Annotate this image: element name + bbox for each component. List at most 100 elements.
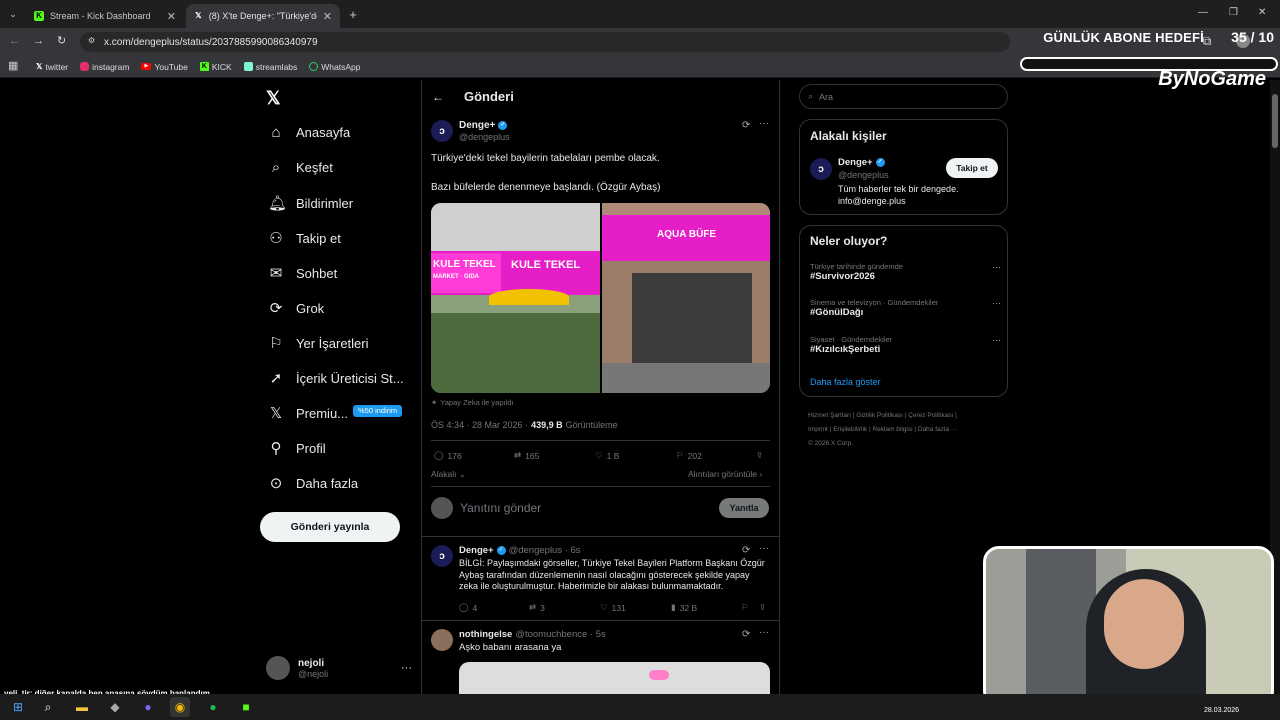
close-window-icon[interactable]: ✕ <box>1258 8 1266 18</box>
close-tab-icon[interactable]: ✕ <box>323 10 332 23</box>
related-handle[interactable]: @dengeplus <box>838 170 889 180</box>
related-sort[interactable]: Alakalı ⌄ <box>431 469 466 480</box>
back-icon[interactable]: ← <box>9 36 20 47</box>
footer-link[interactable]: Hizmet Şartları <box>808 412 851 419</box>
footer-link[interactable]: Çerez Politikası <box>908 412 953 419</box>
follow-button[interactable]: Takip et <box>946 158 998 178</box>
trend-item[interactable]: Sinema ve televizyon · Gündemdekiler #Gö… <box>810 298 1005 318</box>
author-avatar[interactable]: ↄ <box>431 545 453 567</box>
tab-list-icon[interactable]: ⌄ <box>6 7 20 21</box>
nav-item-anasayfa[interactable]: ⌂ Anasayfa <box>268 124 350 141</box>
post-button[interactable]: Gönderi yayınla <box>260 512 400 542</box>
reply-input[interactable]: Yanıtını gönder <box>460 501 541 515</box>
nav-item-i-çerik-üreticisi-st[interactable]: ➚ İçerik Üreticisi St... <box>268 369 404 387</box>
more-dots-icon[interactable]: ··· <box>759 543 769 554</box>
trend-item[interactable]: Türkiye tarihinde gündemde #Survivor2026… <box>810 262 1005 282</box>
streamlabs-icon <box>243 62 253 71</box>
more-dots-icon[interactable]: ··· <box>992 335 1001 345</box>
kick-app-icon[interactable]: ■ <box>236 697 256 717</box>
tab-kick-dashboard[interactable]: K Stream - Kick Dashboard ✕ <box>26 4 184 28</box>
apps-grid-icon[interactable]: ▦ <box>8 61 18 72</box>
search-input[interactable]: ⌕ Ara <box>799 84 1008 109</box>
x-logo-icon[interactable]: 𝕏 <box>266 88 281 109</box>
author-name[interactable]: Denge+ ✓ <box>459 120 508 131</box>
bookmark-youtube[interactable]: ▶ YouTube <box>141 62 188 72</box>
footer-link[interactable]: Erişilebilirlik <box>833 426 867 433</box>
back-arrow-icon[interactable]: ← <box>432 90 444 104</box>
reply-image[interactable] <box>459 662 770 694</box>
account-switcher[interactable]: nejoli @nejoli ··· <box>266 654 412 682</box>
spotify-icon[interactable]: ● <box>203 697 223 717</box>
nav-item-daha-fazla[interactable]: ⊙ Daha fazla <box>268 474 358 492</box>
related-name[interactable]: Denge+ ✓ <box>838 157 885 168</box>
reply-header[interactable]: Denge+ ✓ @dengeplus · 6s <box>459 545 581 556</box>
grok-icon[interactable]: ⟳ <box>742 545 750 556</box>
bookmark-twitter[interactable]: 𝕏twitter <box>36 62 68 72</box>
view-quotes-link[interactable]: Alıntıları görüntüle › <box>688 469 762 479</box>
show-more-link[interactable]: Daha fazla göster <box>810 377 881 387</box>
nav-item-bildirimler[interactable]: 🔔︎ Bildirimler <box>268 194 353 212</box>
bookmark-streamlabs[interactable]: streamlabs <box>243 62 297 72</box>
views-action[interactable]: ▮ 32 B <box>671 602 697 613</box>
nav-item-profil[interactable]: ⚲ Profil <box>268 439 326 457</box>
repost-action[interactable]: ⇄ 3 <box>529 602 545 613</box>
grok-icon[interactable]: ⟳ <box>742 120 750 131</box>
more-dots-icon[interactable]: ··· <box>992 298 1001 308</box>
reply-action[interactable]: ◯ 176 <box>434 450 462 461</box>
nav-item-keşfet[interactable]: ⌕ Keşfet <box>268 159 333 176</box>
reply-button[interactable]: Yanıtla <box>719 498 769 518</box>
file-explorer-icon[interactable]: ▬ <box>72 697 92 717</box>
like-action[interactable]: ♡ 131 <box>600 602 626 613</box>
nav-item-label: Bildirimler <box>296 195 354 211</box>
bookmark-kick[interactable]: K KICK <box>199 62 232 72</box>
footer-link[interactable]: Gizlilik Politikası <box>856 412 903 419</box>
nav-item-grok[interactable]: ⟳ Grok <box>268 299 324 317</box>
more-dots-icon[interactable]: ··· <box>992 262 1001 272</box>
nav-item-takip-et[interactable]: ⚇ Takip et <box>268 229 341 247</box>
share-icon[interactable]: ⇪ <box>756 450 763 461</box>
footer-link[interactable]: Daha fazla ··· <box>918 426 957 433</box>
grok-icon[interactable]: ⟳ <box>742 629 750 640</box>
app-icon[interactable]: ◆ <box>105 697 125 717</box>
reply-action[interactable]: ◯ 4 <box>459 602 477 613</box>
bookmark-action[interactable]: ⚐ 202 <box>676 450 702 461</box>
post-image[interactable]: KULE TEKEL KULE TEKEL MARKET · GIDA AQUA … <box>431 203 770 393</box>
nav-item-label: Keşfet <box>296 160 333 175</box>
more-dots-icon[interactable]: ··· <box>759 118 769 129</box>
minimize-icon[interactable]: — <box>1198 8 1208 18</box>
share-icon[interactable]: ⇪ <box>759 602 766 613</box>
windows-start-icon[interactable]: ⊞ <box>8 697 28 717</box>
bookmark-whatsapp[interactable]: WhatsApp <box>309 62 361 72</box>
trend-item[interactable]: Siyaset · Gündemdekiler #KızılcıkŞerbeti… <box>810 335 1005 355</box>
repost-action[interactable]: ⇄ 165 <box>514 450 539 461</box>
bookmark-icon[interactable]: ⚐ <box>741 602 749 613</box>
like-action[interactable]: ♡ 1 B <box>595 450 619 461</box>
more-dots-icon[interactable]: ··· <box>401 662 412 674</box>
search-icon[interactable]: ⌕ <box>38 697 58 717</box>
scrollbar-thumb[interactable] <box>1272 94 1278 148</box>
nav-item-sohbet[interactable]: ✉ Sohbet <box>268 264 338 282</box>
tab-x-post[interactable]: 𝕏 (8) X'te Denge+: "Türkiye'deki t ✕ <box>186 4 340 28</box>
whatsapp-icon <box>309 62 319 71</box>
chrome-icon[interactable]: ◉ <box>170 697 190 717</box>
discord-icon[interactable]: ● <box>138 697 158 717</box>
reply-header[interactable]: nothingelse @toomuchbence · 5s <box>459 629 606 640</box>
footer-link[interactable]: Imprint <box>808 426 828 433</box>
author-avatar[interactable] <box>431 629 453 651</box>
new-tab-icon[interactable]: + <box>346 7 360 21</box>
address-bar[interactable]: ⚙ x.com/dengeplus/status/203788599008634… <box>80 32 1010 52</box>
author-handle[interactable]: @dengeplus <box>459 132 510 142</box>
forward-icon[interactable]: → <box>33 36 44 47</box>
reload-icon[interactable]: ↻ <box>57 36 66 47</box>
site-info-icon[interactable]: ⚙ <box>88 37 95 45</box>
author-avatar[interactable]: ↄ <box>431 120 453 142</box>
nav-item-premiu[interactable]: 𝕏 Premiu... <box>268 404 348 422</box>
restore-icon[interactable]: ❐ <box>1229 8 1238 18</box>
premium-discount-badge: %50 indirim <box>353 405 403 417</box>
nav-item-yer-i-şaretleri[interactable]: ⚐ Yer İşaretleri <box>268 334 368 352</box>
bookmark-instagram[interactable]: instagram <box>80 62 129 72</box>
author-avatar[interactable]: ↄ <box>810 158 832 180</box>
footer-link[interactable]: Reklam bilgisi <box>872 426 912 433</box>
close-tab-icon[interactable]: ✕ <box>167 10 176 23</box>
more-dots-icon[interactable]: ··· <box>759 627 769 638</box>
